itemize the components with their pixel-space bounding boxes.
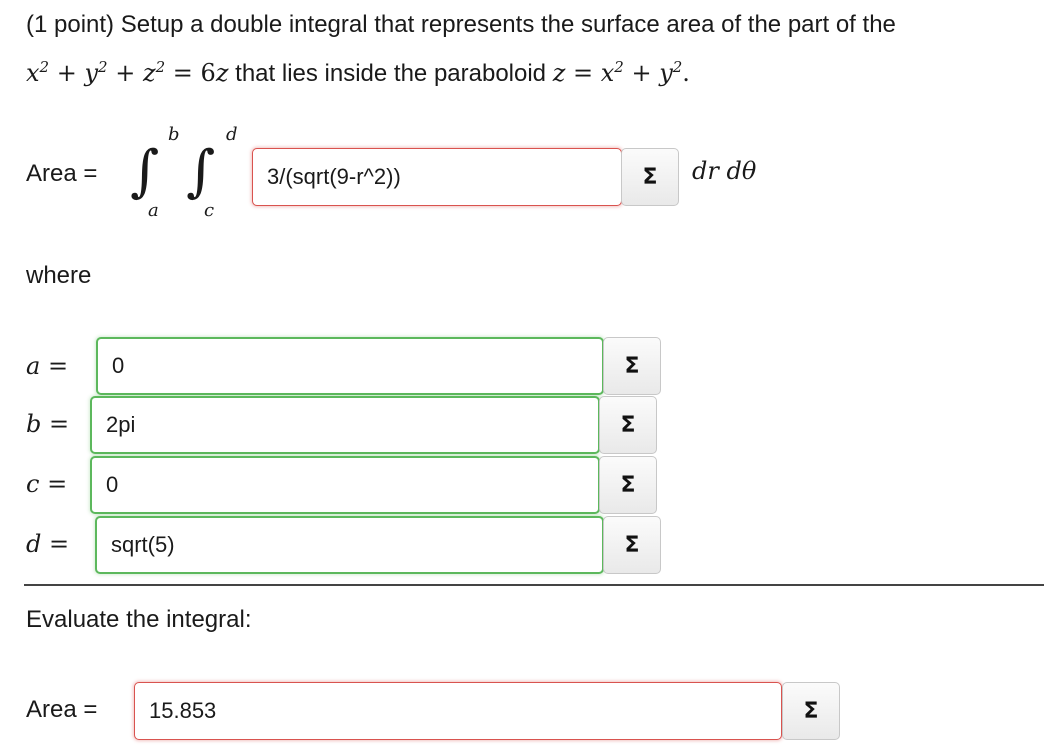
sigma-icon[interactable]: Σ	[621, 148, 679, 206]
where-label: where	[26, 262, 92, 289]
result-area-label: Area =	[26, 696, 98, 723]
outer-integral-sign: ∫	[130, 139, 160, 204]
problem-line2-text: that lies inside the paraboloid	[235, 60, 547, 87]
bound-b-label: b =	[26, 410, 70, 438]
problem-line1: (1 point) Setup a double integral that r…	[26, 11, 896, 38]
area-label: Area =	[26, 160, 98, 187]
outer-upper-limit: b	[168, 124, 180, 145]
result-input[interactable]: 15.853	[134, 682, 782, 740]
inner-integral-sign: ∫	[186, 139, 216, 204]
integrand-input[interactable]: 3/(sqrt(9-r^2))	[252, 148, 622, 206]
evaluate-label: Evaluate the integral:	[26, 606, 252, 633]
outer-lower-limit: a	[148, 200, 159, 221]
bound-c-input[interactable]: 0	[90, 456, 600, 514]
inner-lower-limit: c	[204, 200, 215, 221]
sigma-icon[interactable]: Σ	[782, 682, 840, 740]
sigma-icon[interactable]: Σ	[603, 516, 661, 574]
problem-statement: (1 point) Setup a double integral that r…	[26, 10, 896, 87]
bound-a-label: a =	[26, 352, 69, 380]
differentials: dr dθ	[692, 157, 757, 185]
inner-upper-limit: d	[226, 124, 238, 145]
sigma-icon[interactable]: Σ	[599, 396, 657, 454]
paraboloid-equation: z = x2 + y2.	[552, 58, 690, 87]
bound-b-input[interactable]: 2pi	[90, 396, 600, 454]
bound-d-input[interactable]: sqrt(5)	[95, 516, 604, 574]
section-divider	[24, 584, 1044, 586]
bound-c-label: c =	[26, 470, 68, 498]
bound-a-input[interactable]: 0	[96, 337, 604, 395]
sphere-equation: x2 + y2 + z2 = 6z	[26, 58, 229, 87]
problem-line2: x2 + y2 + z2 = 6z that lies inside the p…	[26, 52, 690, 89]
sigma-icon[interactable]: Σ	[599, 456, 657, 514]
sigma-icon[interactable]: Σ	[603, 337, 661, 395]
bound-d-label: d =	[26, 530, 70, 558]
